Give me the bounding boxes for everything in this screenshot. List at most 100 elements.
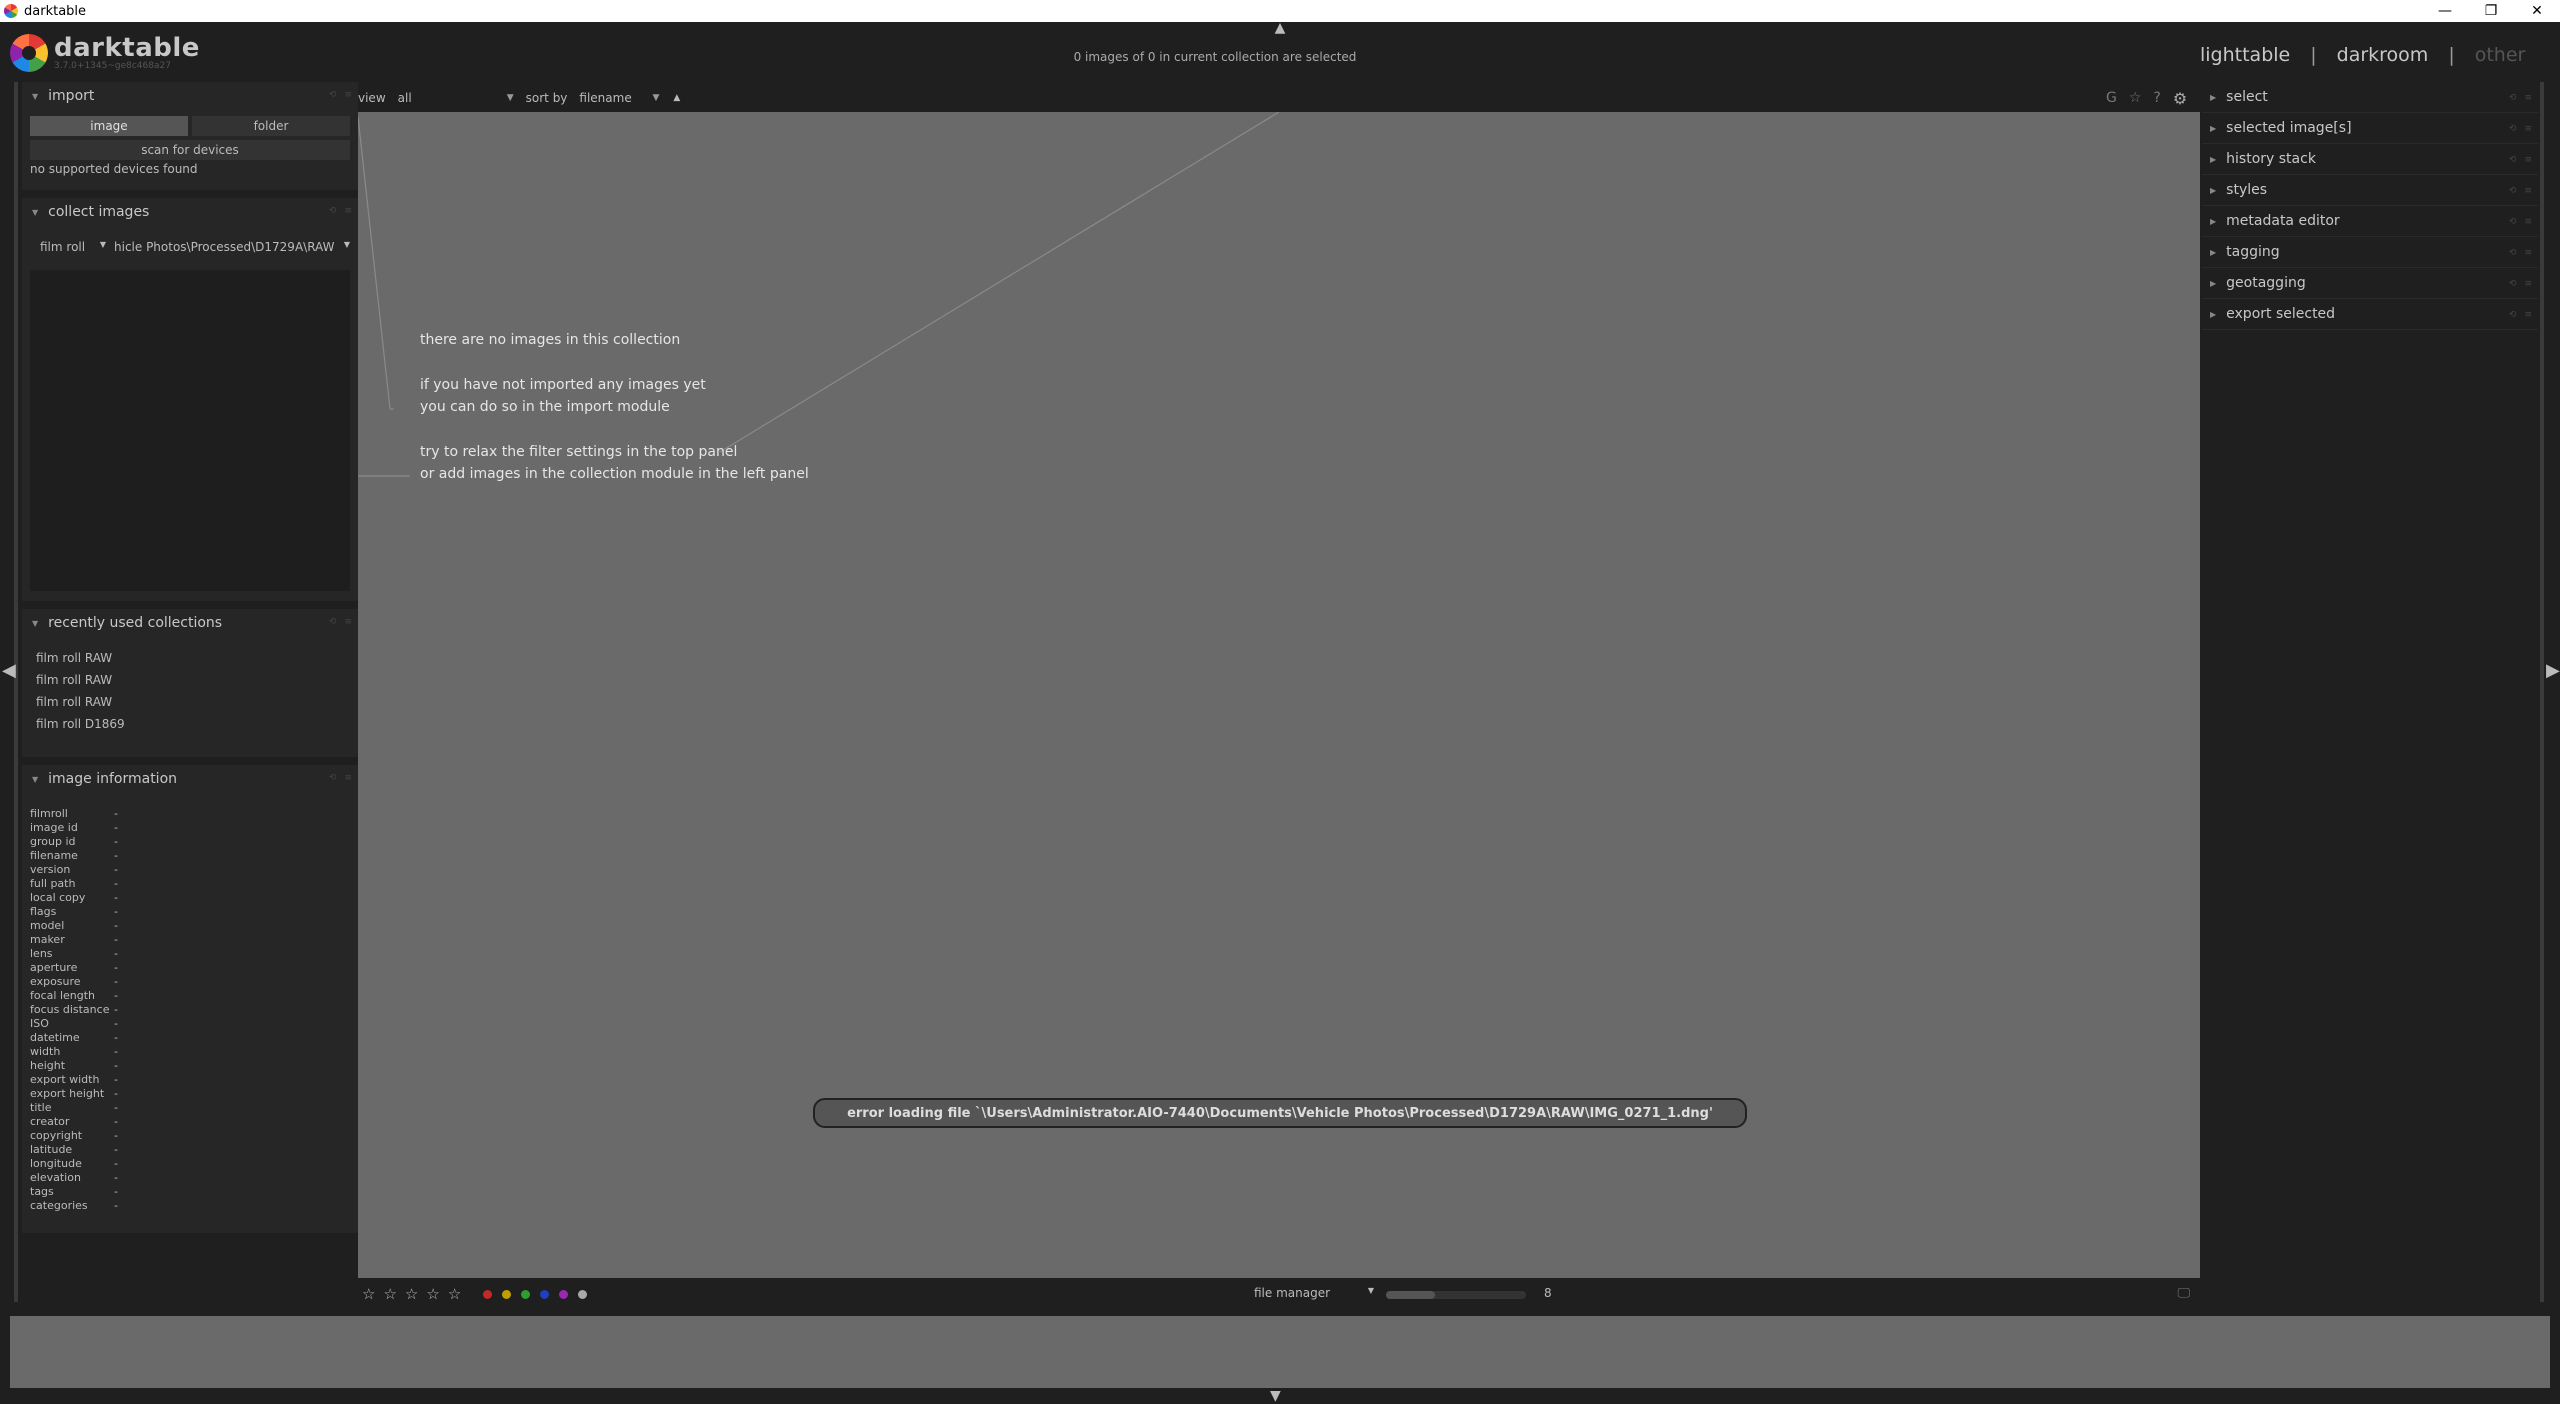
collapse-bottom-panel-arrow-icon[interactable]: ▼ bbox=[1270, 1388, 1281, 1404]
sort-direction-icon[interactable]: ▲ bbox=[673, 93, 680, 103]
color-label-dot-icon[interactable] bbox=[559, 1289, 569, 1299]
color-label-dot-icon[interactable] bbox=[483, 1289, 493, 1299]
info-key: longitude bbox=[30, 1157, 82, 1170]
star-icon[interactable]: ☆ bbox=[383, 1285, 396, 1303]
view-tab-darkroom[interactable]: darkroom bbox=[2337, 44, 2429, 66]
view-filter-combo[interactable]: all ▼ bbox=[398, 91, 514, 105]
presets-icon[interactable]: ≡ bbox=[2524, 248, 2532, 258]
reset-icon[interactable]: ⟲ bbox=[2509, 124, 2517, 134]
presets-icon[interactable]: ≡ bbox=[2524, 310, 2532, 320]
collect-list[interactable] bbox=[30, 270, 350, 591]
reset-icon[interactable]: ⟲ bbox=[2509, 310, 2517, 320]
presets-icon[interactable]: ≡ bbox=[2524, 155, 2532, 165]
collapse-left-panel-arrow-icon[interactable]: ◀ bbox=[2, 660, 16, 681]
reset-icon[interactable]: ⟲ bbox=[2509, 155, 2517, 165]
reset-icon[interactable]: ⟲ bbox=[2509, 93, 2517, 103]
presets-icon[interactable]: ≡ bbox=[344, 90, 352, 100]
reset-icon[interactable]: ⟲ bbox=[329, 206, 337, 216]
hint-text: there are no images in this collection bbox=[420, 332, 681, 348]
reset-icon[interactable]: ⟲ bbox=[2509, 217, 2517, 227]
lighttable-center[interactable]: there are no images in this collection i… bbox=[358, 112, 2200, 1278]
color-label-dot-icon[interactable] bbox=[578, 1289, 588, 1299]
recent-collection-item[interactable]: film roll RAW bbox=[36, 647, 344, 669]
no-devices-text: no supported devices found bbox=[30, 162, 198, 176]
minimize-button[interactable]: — bbox=[2422, 0, 2468, 22]
module-header-tagging[interactable]: ▶ tagging ⟲ ≡ bbox=[2202, 237, 2538, 268]
reset-icon[interactable]: ⟲ bbox=[329, 773, 337, 783]
info-value: - bbox=[114, 1045, 118, 1058]
presets-icon[interactable]: ≡ bbox=[2524, 93, 2532, 103]
info-row: creator - bbox=[30, 1115, 350, 1129]
layout-combo[interactable]: file manager ▼ bbox=[1254, 1286, 1374, 1300]
info-row: image id - bbox=[30, 821, 350, 835]
darktable-app-icon bbox=[4, 4, 18, 18]
view-tab-other[interactable]: other bbox=[2475, 44, 2526, 66]
info-value: - bbox=[114, 1031, 118, 1044]
reset-icon[interactable]: ⟲ bbox=[2509, 248, 2517, 258]
recent-collection-item[interactable]: film roll RAW bbox=[36, 669, 344, 691]
left-panel-scrollbar[interactable] bbox=[14, 82, 18, 1302]
star-icon[interactable]: ☆ bbox=[405, 1285, 418, 1303]
presets-icon[interactable]: ≡ bbox=[2524, 186, 2532, 196]
module-header-export-selected[interactable]: ▶ export selected ⟲ ≡ bbox=[2202, 299, 2538, 330]
import-folder-button[interactable]: folder bbox=[192, 116, 350, 136]
sort-combo[interactable]: filename ▼ bbox=[579, 91, 659, 105]
color-label-dot-icon[interactable] bbox=[540, 1289, 550, 1299]
module-header-select[interactable]: ▶ select ⟲ ≡ bbox=[2202, 82, 2538, 113]
gear-icon[interactable]: ⚙ bbox=[2173, 89, 2187, 108]
presets-icon[interactable]: ≡ bbox=[344, 206, 352, 216]
presets-icon[interactable]: ≡ bbox=[2524, 217, 2532, 227]
module-header-styles[interactable]: ▶ styles ⟲ ≡ bbox=[2202, 175, 2538, 206]
module-header-image-information[interactable]: ▼ image information ⟲ ≡ bbox=[22, 765, 358, 793]
reset-icon[interactable]: ⟲ bbox=[2509, 279, 2517, 289]
module-title: import bbox=[48, 88, 95, 104]
presets-icon[interactable]: ≡ bbox=[344, 773, 352, 783]
import-image-button[interactable]: image bbox=[30, 116, 188, 136]
collect-value-entry[interactable]: hicle Photos\Processed\D1729A\RAW ▼ bbox=[110, 240, 350, 254]
presets-icon[interactable]: ≡ bbox=[2524, 124, 2532, 134]
view-filter-value: all bbox=[397, 91, 412, 105]
info-value: - bbox=[114, 877, 118, 890]
help-icon[interactable]: ? bbox=[2153, 90, 2160, 106]
color-label-dot-icon[interactable] bbox=[502, 1289, 512, 1299]
star-icon[interactable]: ☆ bbox=[448, 1285, 461, 1303]
info-key: image id bbox=[30, 821, 78, 834]
window-controls: — ❐ ✕ bbox=[2422, 0, 2560, 22]
close-button[interactable]: ✕ bbox=[2514, 0, 2560, 22]
zoom-slider[interactable] bbox=[1386, 1291, 1526, 1299]
module-header-history-stack[interactable]: ▶ history stack ⟲ ≡ bbox=[2202, 144, 2538, 175]
module-header-collect-images[interactable]: ▼ collect images ⟲ ≡ bbox=[22, 198, 358, 226]
star-overlays-icon[interactable]: ☆ bbox=[2129, 90, 2142, 106]
info-key: local copy bbox=[30, 891, 86, 904]
info-value: - bbox=[114, 1115, 118, 1128]
collapse-top-panel-arrow-icon[interactable]: ▲ bbox=[1270, 20, 1290, 36]
color-label-dot-icon[interactable] bbox=[521, 1289, 531, 1299]
grouping-icon[interactable]: G bbox=[2106, 90, 2117, 106]
reset-icon[interactable]: ⟲ bbox=[329, 90, 337, 100]
collect-property-combo[interactable]: film roll ▼ bbox=[30, 240, 110, 254]
filmstrip-panel[interactable] bbox=[10, 1316, 2550, 1388]
collapse-right-panel-arrow-icon[interactable]: ▶ bbox=[2546, 660, 2560, 681]
display-profile-icon[interactable]: 🖵 bbox=[2177, 1286, 2190, 1301]
right-panel-scrollbar[interactable] bbox=[2540, 82, 2544, 1302]
presets-icon[interactable]: ≡ bbox=[2524, 279, 2532, 289]
info-row: height - bbox=[30, 1059, 350, 1073]
module-header-recently-used-collections[interactable]: ▼ recently used collections ⟲ ≡ bbox=[22, 609, 358, 637]
view-tab-lighttable[interactable]: lighttable bbox=[2200, 44, 2290, 66]
reset-icon[interactable]: ⟲ bbox=[329, 617, 337, 627]
scan-devices-button[interactable]: scan for devices bbox=[30, 140, 350, 160]
presets-icon[interactable]: ≡ bbox=[344, 617, 352, 627]
module-header-geotagging[interactable]: ▶ geotagging ⟲ ≡ bbox=[2202, 268, 2538, 299]
module-header-import[interactable]: ▼ import ⟲ ≡ bbox=[22, 82, 358, 110]
star-icon[interactable]: ☆ bbox=[362, 1285, 375, 1303]
module-header-metadata-editor[interactable]: ▶ metadata editor ⟲ ≡ bbox=[2202, 206, 2538, 237]
module-header-selected-image-s[interactable]: ▶ selected image[s] ⟲ ≡ bbox=[2202, 113, 2538, 144]
restore-button[interactable]: ❐ bbox=[2468, 0, 2514, 22]
recent-collection-item[interactable]: film roll D1869 bbox=[36, 713, 344, 735]
reset-icon[interactable]: ⟲ bbox=[2509, 186, 2517, 196]
star-icon[interactable]: ☆ bbox=[426, 1285, 439, 1303]
zoom-value[interactable]: 8 bbox=[1544, 1286, 1552, 1300]
info-key: ISO bbox=[30, 1017, 49, 1030]
recent-collection-item[interactable]: film roll RAW bbox=[36, 691, 344, 713]
chevron-down-icon[interactable]: ▼ bbox=[344, 240, 350, 254]
